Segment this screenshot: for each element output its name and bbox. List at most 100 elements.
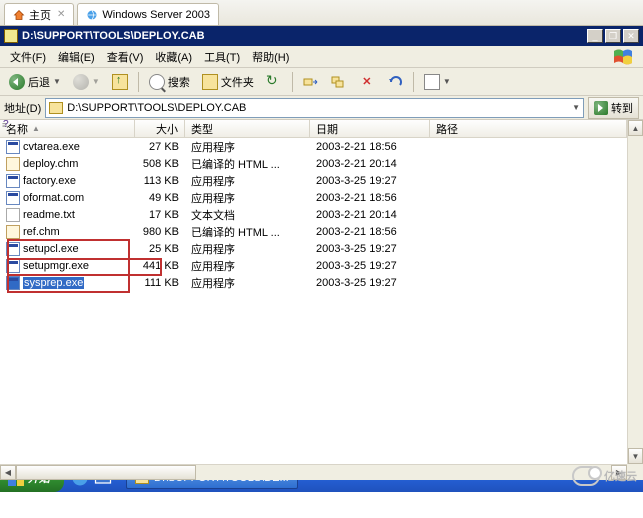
delete-icon: ✕	[359, 74, 375, 90]
tab-home[interactable]: 主页 ✕	[4, 3, 74, 25]
file-icon	[6, 259, 20, 273]
file-row[interactable]: sysprep.exe 111 KB应用程序2003-3-25 19:27	[0, 274, 627, 291]
file-type: 应用程序	[185, 275, 310, 291]
file-size: 441 KB	[135, 260, 185, 272]
menu-file[interactable]: 文件(F)	[4, 47, 52, 67]
address-input[interactable]: D:\SUPPORT\TOOLS\DEPLOY.CAB ▼	[45, 98, 584, 118]
file-date: 2003-3-25 19:27	[310, 175, 430, 187]
file-row[interactable]: cvtarea.exe27 KB应用程序2003-2-21 18:56	[0, 138, 627, 155]
titlebar-text: D:\SUPPORT\TOOLS\DEPLOY.CAB	[22, 30, 587, 42]
menu-view[interactable]: 查看(V)	[101, 47, 150, 67]
back-icon	[9, 74, 25, 90]
column-headers: 名称▲ 大小 类型 日期 路径	[0, 120, 627, 138]
undo-button[interactable]	[382, 71, 408, 93]
scroll-left-button[interactable]: ◀	[0, 465, 16, 480]
folder-icon	[4, 29, 18, 43]
file-name: readme.txt	[23, 209, 75, 221]
file-icon	[6, 140, 20, 154]
sort-asc-icon: ▲	[32, 124, 40, 133]
move-button[interactable]	[298, 71, 324, 93]
menubar: 文件(F) 编辑(E) 查看(V) 收藏(A) 工具(T) 帮助(H)	[0, 46, 643, 68]
file-type: 文本文档	[185, 207, 310, 223]
col-size[interactable]: 大小	[135, 120, 185, 137]
folders-button[interactable]: 文件夹	[197, 71, 259, 93]
menu-help[interactable]: 帮助(H)	[246, 47, 295, 67]
maximize-button[interactable]: ❐	[605, 29, 621, 43]
scroll-up-button[interactable]: ▲	[628, 120, 643, 136]
file-name: cvtarea.exe	[23, 141, 80, 153]
views-button[interactable]: ▼	[419, 71, 456, 93]
file-type: 应用程序	[185, 190, 310, 206]
file-name: factory.exe	[23, 175, 76, 187]
close-button[interactable]: ✕	[623, 29, 639, 43]
copy-button[interactable]	[326, 71, 352, 93]
file-list: 名称▲ 大小 类型 日期 路径 cvtarea.exe27 KB应用程序2003…	[0, 120, 643, 464]
windows-flag-icon	[607, 47, 639, 67]
minimize-button[interactable]: _	[587, 29, 603, 43]
file-date: 2003-3-25 19:27	[310, 277, 430, 289]
file-name: setupcl.exe	[23, 243, 79, 255]
file-type: 已编译的 HTML ...	[185, 156, 310, 172]
file-icon	[6, 174, 20, 188]
file-row[interactable]: oformat.com49 KB应用程序2003-2-21 18:56	[0, 189, 627, 206]
file-icon	[6, 242, 20, 256]
move-to-icon	[303, 74, 319, 90]
home-icon	[13, 9, 25, 21]
file-row[interactable]: factory.exe113 KB应用程序2003-3-25 19:27	[0, 172, 627, 189]
file-size: 49 KB	[135, 192, 185, 204]
file-date: 2003-2-21 20:14	[310, 209, 430, 221]
horizontal-scrollbar[interactable]: ◀ ▶	[0, 464, 627, 480]
scroll-thumb[interactable]	[16, 465, 196, 480]
file-size: 27 KB	[135, 141, 185, 153]
col-type[interactable]: 类型	[185, 120, 310, 137]
back-button[interactable]: 后退 ▼	[4, 71, 66, 93]
file-date: 2003-3-25 19:27	[310, 260, 430, 272]
tab-ws2003[interactable]: Windows Server 2003	[77, 3, 219, 25]
sync-button[interactable]	[261, 71, 287, 93]
menu-tools[interactable]: 工具(T)	[198, 47, 246, 67]
file-size: 113 KB	[135, 175, 185, 187]
menu-favorites[interactable]: 收藏(A)	[149, 47, 198, 67]
address-label: 地址(D)	[4, 100, 41, 116]
menu-edit[interactable]: 编辑(E)	[52, 47, 101, 67]
file-icon	[6, 276, 20, 290]
close-icon[interactable]: ✕	[57, 9, 65, 20]
file-row[interactable]: deploy.chm508 KB已编译的 HTML ...2003-2-21 2…	[0, 155, 627, 172]
titlebar: D:\SUPPORT\TOOLS\DEPLOY.CAB _ ❐ ✕	[0, 26, 643, 46]
col-path[interactable]: 路径	[430, 120, 627, 137]
file-date: 2003-2-21 18:56	[310, 141, 430, 153]
col-name[interactable]: 名称▲	[0, 120, 135, 137]
file-size: 25 KB	[135, 243, 185, 255]
file-row[interactable]: readme.txt 17 KB文本文档2003-2-21 20:14	[0, 206, 627, 223]
watermark: 亿速云	[572, 466, 637, 486]
search-button[interactable]: 搜索	[144, 71, 195, 93]
separator	[292, 72, 293, 92]
file-row[interactable]: setupmgr.exe441 KB应用程序2003-3-25 19:27	[0, 257, 627, 274]
file-icon	[6, 157, 20, 171]
delete-button[interactable]: ✕	[354, 71, 380, 93]
tab-label: 主页	[29, 7, 51, 23]
chevron-down-icon: ▼	[443, 77, 451, 86]
file-icon	[6, 208, 20, 222]
forward-button[interactable]: ▼	[68, 71, 105, 93]
file-row[interactable]: setupcl.exe25 KB应用程序2003-3-25 19:27	[0, 240, 627, 257]
file-size: 17 KB	[135, 209, 185, 221]
chevron-down-icon[interactable]: ▼	[572, 103, 580, 112]
views-icon	[424, 74, 440, 90]
file-name: sysprep.exe	[23, 277, 84, 289]
file-type: 已编译的 HTML ...	[185, 224, 310, 240]
folders-icon	[202, 74, 218, 90]
file-name: oformat.com	[23, 192, 84, 204]
up-button[interactable]	[107, 71, 133, 93]
copy-to-icon	[331, 74, 347, 90]
file-row[interactable]: ref.chm980 KB已编译的 HTML ...2003-2-21 18:5…	[0, 223, 627, 240]
file-size: 111 KB	[135, 277, 185, 289]
vertical-scrollbar[interactable]: ▲ ▼	[627, 120, 643, 464]
doc-tabs: 主页 ✕ Windows Server 2003	[0, 0, 643, 26]
col-date[interactable]: 日期	[310, 120, 430, 137]
go-button[interactable]: 转到	[588, 97, 639, 119]
scroll-down-button[interactable]: ▼	[628, 448, 643, 464]
separator	[138, 72, 139, 92]
file-type: 应用程序	[185, 258, 310, 274]
file-date: 2003-2-21 18:56	[310, 226, 430, 238]
